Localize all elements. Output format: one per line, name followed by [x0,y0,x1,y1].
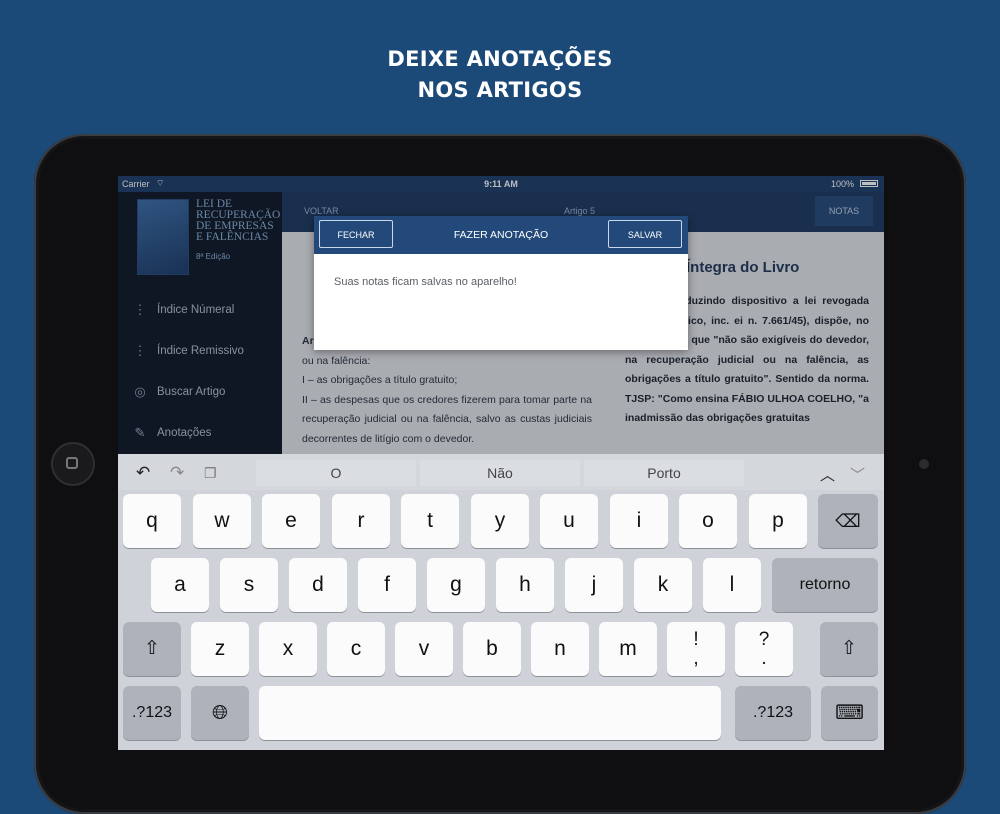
home-button[interactable] [51,442,95,486]
key-m[interactable]: m [599,622,657,676]
key-a[interactable]: a [151,558,209,612]
key-upper-char: ? [758,629,770,650]
headline-line-2: NOS ARTIGOS [417,78,583,102]
key-j[interactable]: j [565,558,623,612]
numbers-key-left[interactable]: .?123 [123,686,181,740]
keyboard-shortcut-bar: ↶ ↷ ❐ O Não Porto ︿ ﹀ [118,454,884,490]
key-lower-char: , [693,648,699,669]
key-l[interactable]: l [703,558,761,612]
key-e[interactable]: e [262,494,320,548]
key-w[interactable]: w [193,494,251,548]
key-t[interactable]: t [401,494,459,548]
key-i[interactable]: i [610,494,668,548]
key-question-period[interactable]: ? . [735,622,793,676]
suggestion-3[interactable]: Porto [584,460,744,486]
numbers-key-right[interactable]: .?123 [735,686,811,740]
chevron-up-icon[interactable]: ︿ [820,464,835,485]
return-key[interactable]: retorno [772,558,878,612]
home-square-icon [66,457,78,469]
key-g[interactable]: g [427,558,485,612]
redo-icon[interactable]: ↷ [170,463,184,483]
key-y[interactable]: y [471,494,529,548]
ipad-screen: Carrier ⌔ 9:11 AM 100% LEI DE RECUPERAÇÃ… [118,176,884,750]
backspace-icon: ⌫ [835,511,861,531]
key-o[interactable]: o [679,494,737,548]
space-key[interactable] [259,686,721,740]
key-u[interactable]: u [540,494,598,548]
key-h[interactable]: h [496,558,554,612]
key-x[interactable]: x [259,622,317,676]
promo-headline: DEIXE ANOTAÇÕES NOS ARTIGOS [0,44,1000,106]
key-r[interactable]: r [332,494,390,548]
key-f[interactable]: f [358,558,416,612]
shift-icon: ⇧ [841,638,857,659]
key-lower-char: . [761,648,767,669]
dismiss-keyboard-key[interactable]: ⌨ [821,686,878,740]
paste-icon[interactable]: ❐ [204,465,217,482]
globe-icon: 🌐︎ [212,702,228,724]
key-b[interactable]: b [463,622,521,676]
save-button[interactable]: SALVAR [608,220,682,248]
key-s[interactable]: s [220,558,278,612]
globe-key[interactable]: 🌐︎ [191,686,249,740]
key-exclaim-comma[interactable]: ! , [667,622,725,676]
chevron-down-icon[interactable]: ﹀ [850,464,865,485]
key-k[interactable]: k [634,558,692,612]
shift-key-left[interactable]: ⇧ [123,622,181,676]
dialog-header: FECHAR FAZER ANOTAÇÃO SALVAR [314,216,688,254]
key-z[interactable]: z [191,622,249,676]
delete-key[interactable]: ⌫ [818,494,878,548]
undo-icon[interactable]: ↶ [136,463,150,483]
key-c[interactable]: c [327,622,385,676]
headline-line-1: DEIXE ANOTAÇÕES [387,47,613,71]
camera-dot [919,459,929,469]
shift-key-right[interactable]: ⇧ [820,622,878,676]
key-q[interactable]: q [123,494,181,548]
annotation-dialog: FECHAR FAZER ANOTAÇÃO SALVAR [314,216,688,350]
note-input[interactable] [334,272,674,292]
onscreen-keyboard: ↶ ↷ ❐ O Não Porto ︿ ﹀ q w e r t y u i o … [118,454,884,750]
key-p[interactable]: p [749,494,807,548]
shift-icon: ⇧ [144,638,160,659]
key-d[interactable]: d [289,558,347,612]
key-n[interactable]: n [531,622,589,676]
suggestion-1[interactable]: O [256,460,416,486]
suggestion-2[interactable]: Não [420,460,580,486]
key-upper-char: ! [693,629,699,650]
key-v[interactable]: v [395,622,453,676]
keyboard-icon: ⌨ [835,702,864,724]
